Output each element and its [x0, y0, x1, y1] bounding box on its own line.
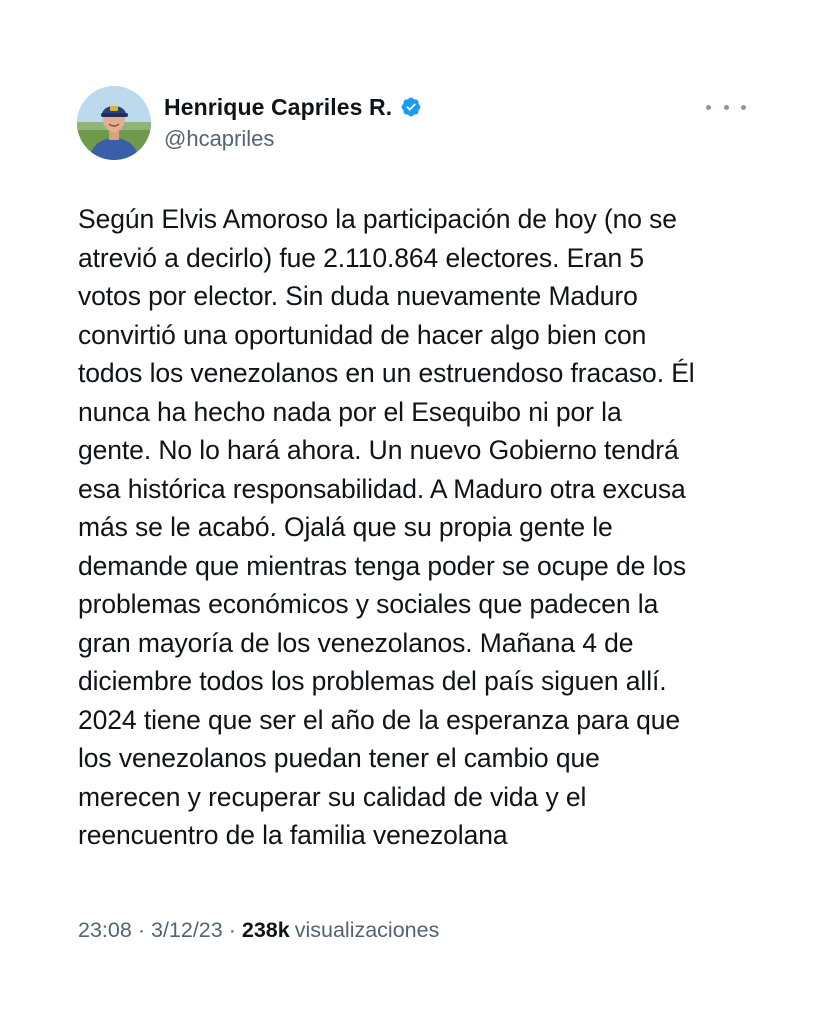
meta-separator: ·	[228, 918, 236, 942]
display-name[interactable]: Henrique Capriles R.	[164, 94, 392, 121]
tweet-card: Henrique Capriles R. @hcapriles Según El…	[0, 0, 819, 1024]
more-dot	[706, 104, 711, 110]
tweet-date[interactable]: 3/12/23	[151, 918, 223, 943]
views-count[interactable]: 238k	[242, 918, 290, 943]
tweet-text: Según Elvis Amoroso la participación de …	[78, 204, 695, 850]
verified-badge-icon[interactable]	[400, 96, 422, 118]
tweet-meta: 23:08 · 3/12/23 · 238k visualizaciones	[78, 918, 439, 943]
name-row: Henrique Capriles R.	[164, 92, 422, 122]
more-dot	[723, 104, 729, 110]
tweet-time[interactable]: 23:08	[78, 918, 132, 943]
avatar-photo	[77, 86, 151, 160]
author-info: Henrique Capriles R. @hcapriles	[164, 92, 422, 152]
views-label: visualizaciones	[294, 918, 440, 942]
more-dot	[741, 104, 746, 110]
avatar[interactable]	[77, 86, 151, 160]
more-horizontal-icon[interactable]	[706, 96, 746, 118]
handle[interactable]: @hcapriles	[164, 126, 422, 152]
meta-separator: ·	[137, 918, 145, 942]
